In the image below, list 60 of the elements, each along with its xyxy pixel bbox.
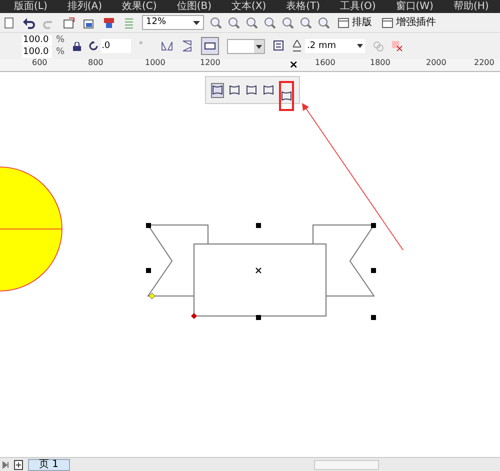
zoom-field[interactable]: 12% (142, 15, 204, 30)
toolbar-button[interactable]: 增强插件 (380, 14, 438, 30)
ruler-label: 1000 (145, 59, 166, 67)
ruler-label: 2200 (474, 59, 494, 67)
menu-item[interactable]: 文本(X) (232, 2, 266, 12)
lock-icon[interactable] (72, 42, 81, 50)
envelope-mode-button[interactable] (262, 82, 275, 98)
scale-field[interactable]: 100.0 (22, 34, 52, 46)
menu-item[interactable]: 帮助(H) (453, 2, 489, 12)
ruler-label: 1600 (315, 59, 336, 67)
mirror-vertical-icon[interactable] (181, 40, 194, 52)
menu-item[interactable]: 排列(A) (67, 2, 102, 12)
envelope-mode-button[interactable] (279, 81, 294, 111)
caret-icon[interactable] (254, 40, 264, 52)
dash-style-dropdown[interactable] (227, 38, 266, 54)
zoom-in-icon[interactable] (210, 16, 222, 28)
envelope-icon (246, 85, 257, 95)
caret-icon[interactable] (193, 20, 200, 24)
menu-item[interactable]: 效果(C) (122, 2, 157, 12)
envelope-icon (229, 85, 240, 95)
shape-button-icon[interactable] (201, 37, 220, 55)
envelope-icon (212, 85, 223, 95)
add-page-icon[interactable] (14, 460, 24, 470)
remove-icon[interactable] (392, 40, 404, 52)
import-icon[interactable] (62, 16, 76, 30)
ruler-label: 2000 (426, 59, 446, 67)
page-tab[interactable]: 页 1 (28, 458, 70, 470)
menu-item[interactable]: 窗口(W) (396, 2, 434, 12)
menu-item[interactable]: 表格(T) (286, 2, 320, 12)
degree-label: ° (138, 42, 144, 50)
mirror-horizontal-icon[interactable] (161, 40, 174, 52)
undo-icon[interactable] (22, 16, 36, 30)
rotate-icon[interactable] (88, 41, 99, 51)
menu-item[interactable]: 版面(L) (14, 2, 48, 12)
envelope-mode-button[interactable] (228, 82, 241, 98)
unit-label: % (56, 36, 65, 44)
menu-item[interactable]: 位图(B) (176, 2, 212, 12)
toolbar-button[interactable]: 排版 (336, 14, 374, 30)
outline-width-field[interactable]: .2 mm (305, 39, 366, 53)
ruler-label: 1800 (370, 59, 390, 67)
close-button[interactable]: × (288, 59, 300, 71)
caret-icon[interactable] (357, 44, 364, 48)
envelope-icon (281, 91, 292, 101)
ruler-label: 1200 (200, 59, 220, 67)
scale-field[interactable]: 100.0 (22, 46, 52, 58)
ruler-label: 800 (88, 59, 104, 67)
rotation-field[interactable]: .0 (100, 39, 131, 53)
window-icon (338, 18, 349, 28)
wrap-text-icon[interactable] (273, 40, 286, 52)
last-page-icon[interactable] (2, 460, 10, 468)
envelope-icon (263, 85, 274, 95)
document-icon[interactable] (2, 16, 16, 30)
pen-icon[interactable] (293, 40, 302, 52)
unit-label: % (56, 48, 65, 56)
horizontal-scrollbar[interactable] (314, 460, 379, 470)
ruler-label: 600 (32, 59, 48, 67)
window-icon (382, 18, 393, 28)
menu-item[interactable]: 工具(O) (340, 2, 376, 12)
envelope-mode-button[interactable] (211, 82, 224, 98)
envelope-mode-button[interactable] (245, 82, 258, 98)
